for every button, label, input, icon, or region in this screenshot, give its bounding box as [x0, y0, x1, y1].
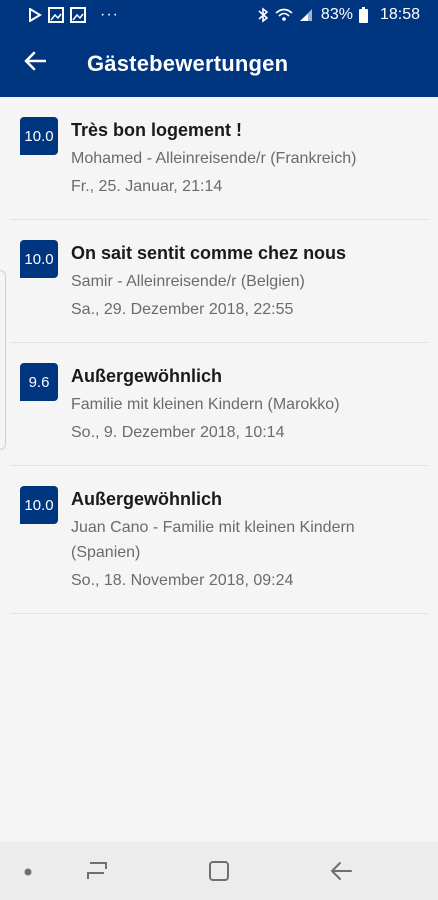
- review-author: Mohamed - Alleinreisende/r (Frankreich): [71, 150, 357, 167]
- review-author: Samir - Alleinreisende/r (Belgien): [71, 273, 305, 290]
- status-bar: ··· 83% 18:58: [0, 0, 438, 30]
- review-author: Juan Cano - Familie mit kleinen Kindern …: [71, 519, 355, 561]
- review-item[interactable]: 10.0 Außergewöhnlich Juan Cano - Familie…: [10, 466, 428, 614]
- review-item[interactable]: 9.6 Außergewöhnlich Familie mit kleinen …: [10, 343, 428, 466]
- battery-percentage: 83%: [320, 6, 353, 23]
- review-title: On sait sentit comme chez nous: [71, 243, 347, 263]
- review-body: Très bon logement ! Mohamed - Alleinreis…: [71, 117, 428, 199]
- score-badge: 10.0: [20, 486, 58, 524]
- status-left: ···: [28, 6, 119, 24]
- review-author: Familie mit kleinen Kindern (Marokko): [71, 396, 340, 413]
- arrow-left-icon: [24, 51, 47, 76]
- signal-icon: [299, 8, 313, 22]
- review-item[interactable]: 10.0 Très bon logement ! Mohamed - Allei…: [10, 97, 428, 220]
- home-icon[interactable]: [202, 856, 236, 886]
- score-badge: 10.0: [20, 240, 58, 278]
- wifi-icon: [275, 8, 293, 22]
- review-body: On sait sentit comme chez nous Samir - A…: [71, 240, 428, 322]
- back-icon[interactable]: [324, 856, 358, 886]
- app-bar: Gästebewertungen: [0, 30, 438, 97]
- review-title: Très bon logement !: [71, 120, 243, 140]
- back-button[interactable]: [0, 30, 70, 97]
- gallery-icon: [70, 7, 86, 23]
- score-badge: 10.0: [20, 117, 58, 155]
- review-item[interactable]: 10.0 On sait sentit comme chez nous Sami…: [10, 220, 428, 343]
- review-date: Sa., 29. Dezember 2018, 22:55: [71, 301, 294, 318]
- more-notifications: ···: [100, 6, 119, 23]
- system-nav-bar: [0, 842, 438, 900]
- battery-icon: [358, 7, 368, 23]
- review-title: Außergewöhnlich: [71, 489, 223, 509]
- review-body: Außergewöhnlich Familie mit kleinen Kind…: [71, 363, 428, 445]
- edge-panel-handle[interactable]: [0, 270, 6, 450]
- play-store-icon: [28, 8, 42, 22]
- score-badge: 9.6: [20, 363, 58, 401]
- review-date: Fr., 25. Januar, 21:14: [71, 178, 223, 195]
- review-list: 10.0 Très bon logement ! Mohamed - Allei…: [0, 97, 438, 614]
- review-date: So., 18. November 2018, 09:24: [71, 572, 294, 589]
- recent-apps-icon[interactable]: [80, 856, 114, 886]
- review-body: Außergewöhnlich Juan Cano - Familie mit …: [71, 486, 428, 593]
- page-title: Gästebewertungen: [87, 50, 289, 76]
- clock: 18:58: [379, 6, 420, 23]
- gallery-icon: [48, 7, 64, 23]
- bluetooth-icon: [257, 7, 269, 23]
- review-date: So., 9. Dezember 2018, 10:14: [71, 424, 285, 441]
- status-right: 83% 18:58: [257, 6, 420, 24]
- dot-icon[interactable]: [18, 862, 38, 882]
- review-title: Außergewöhnlich: [71, 366, 223, 386]
